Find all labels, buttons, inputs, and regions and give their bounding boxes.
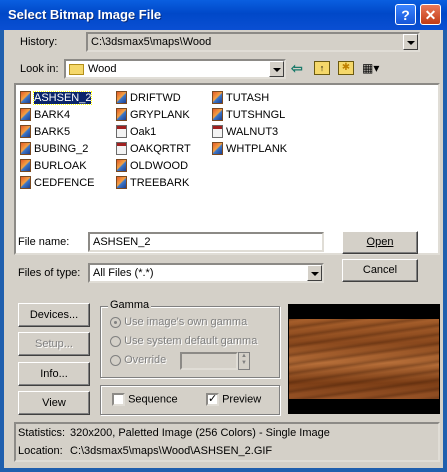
file-type-value: All Files (*.*) (93, 267, 154, 279)
bmp-file-icon (116, 141, 127, 155)
image-preview (288, 304, 440, 414)
gif-file-icon (212, 141, 223, 155)
cancel-button[interactable]: Cancel (342, 259, 418, 282)
list-item[interactable]: DRIFTWD (116, 90, 181, 106)
radio-icon (110, 354, 121, 366)
gif-file-icon (116, 175, 127, 189)
gif-file-icon (116, 158, 127, 172)
location-label: Location: (18, 445, 63, 457)
chevron-down-icon[interactable] (307, 265, 322, 281)
gamma-system-option[interactable]: Use system default gamma (110, 335, 257, 347)
list-item[interactable]: CEDFENCE (20, 175, 95, 191)
gif-file-icon (20, 141, 31, 155)
devices-button[interactable]: Devices... (18, 303, 90, 327)
gif-file-icon (20, 158, 31, 172)
file-name-value: ASHSEN_2 (93, 236, 151, 248)
statistics-label: Statistics: (18, 427, 66, 439)
list-item[interactable]: WALNUT3 (212, 124, 278, 140)
sequence-checkbox[interactable]: Sequence (112, 393, 178, 406)
info-button[interactable]: Info... (18, 362, 90, 386)
location-value: C:\3dsmax5\maps\Wood\ASHSEN_2.GIF (70, 445, 273, 457)
view-button[interactable]: View (18, 391, 90, 415)
new-folder-icon[interactable]: ✱ (338, 61, 354, 75)
view-menu-icon[interactable]: ▦▾ (362, 61, 384, 75)
file-list[interactable]: ASHSEN_2 BARK4 BARK5 BUBING_2 BURLOAK CE… (14, 83, 440, 255)
preview-checkbox[interactable]: ✓ Preview (206, 393, 261, 406)
gamma-override-option[interactable]: Override (110, 354, 166, 366)
chevron-down-icon[interactable] (403, 34, 418, 50)
gamma-title: Gamma (108, 299, 152, 311)
list-item[interactable]: TREEBARK (116, 175, 189, 191)
file-name-label: File name: (18, 236, 70, 248)
back-arrow-icon[interactable]: ⇦ (291, 60, 307, 76)
radio-icon (110, 316, 121, 328)
file-name-field[interactable]: ASHSEN_2 (88, 232, 324, 252)
history-combo[interactable]: C:\3dsmax5\maps\Wood (86, 32, 420, 52)
look-in-label: Look in: (20, 63, 59, 75)
file-type-combo[interactable]: All Files (*.*) (88, 263, 324, 283)
wood-texture-thumbnail (289, 319, 439, 399)
gif-file-icon (212, 90, 223, 104)
bmp-file-icon (116, 124, 127, 138)
open-button[interactable]: Open (342, 231, 418, 254)
checkbox-icon (112, 393, 125, 406)
list-item[interactable]: BARK4 (20, 107, 70, 123)
gif-file-icon (20, 90, 31, 104)
gif-file-icon (20, 124, 31, 138)
list-item[interactable]: ASHSEN_2 (20, 90, 93, 106)
close-button[interactable]: ✕ (420, 4, 441, 25)
up-folder-icon[interactable]: ↑ (314, 61, 330, 75)
gif-file-icon (212, 107, 223, 121)
list-item[interactable]: BARK5 (20, 124, 70, 140)
dialog-body: History: C:\3dsmax5\maps\Wood Look in: W… (4, 30, 443, 468)
checkmark-icon: ✓ (206, 393, 219, 406)
look-in-combo[interactable]: Wood (64, 59, 286, 79)
gif-file-icon (20, 175, 31, 189)
gamma-own-option[interactable]: Use image's own gamma (110, 316, 247, 328)
list-item[interactable]: WHTPLANK (212, 141, 287, 157)
history-value: C:\3dsmax5\maps\Wood (91, 36, 212, 48)
list-item[interactable]: Oak1 (116, 124, 156, 140)
list-item[interactable]: GRYPLANK (116, 107, 190, 123)
radio-icon (110, 335, 121, 347)
bmp-file-icon (212, 124, 223, 138)
list-item[interactable]: BUBING_2 (20, 141, 88, 157)
chevron-down-icon[interactable] (269, 61, 284, 77)
gif-file-icon (116, 107, 127, 121)
list-item[interactable]: TUTSHNGL (212, 107, 285, 123)
gamma-override-field[interactable] (180, 352, 238, 370)
list-item[interactable]: TUTASH (212, 90, 269, 106)
look-in-value: Wood (88, 63, 117, 75)
title-bar: Select Bitmap Image File ? ✕ (0, 0, 447, 30)
gif-file-icon (20, 107, 31, 121)
spinner-icon[interactable]: ▲ ▼ (238, 352, 250, 370)
list-item[interactable]: BURLOAK (20, 158, 87, 174)
list-item[interactable]: OAKQRTRT (116, 141, 191, 157)
list-item[interactable]: OLDWOOD (116, 158, 188, 174)
history-label: History: (20, 36, 58, 48)
statistics-value: 320x200, Paletted Image (256 Colors) - S… (70, 427, 330, 439)
setup-button[interactable]: Setup... (18, 332, 90, 356)
file-type-label: Files of type: (18, 267, 81, 279)
gif-file-icon (116, 90, 127, 104)
window-title: Select Bitmap Image File (8, 7, 162, 22)
help-button[interactable]: ? (395, 4, 416, 25)
folder-icon (69, 63, 84, 75)
